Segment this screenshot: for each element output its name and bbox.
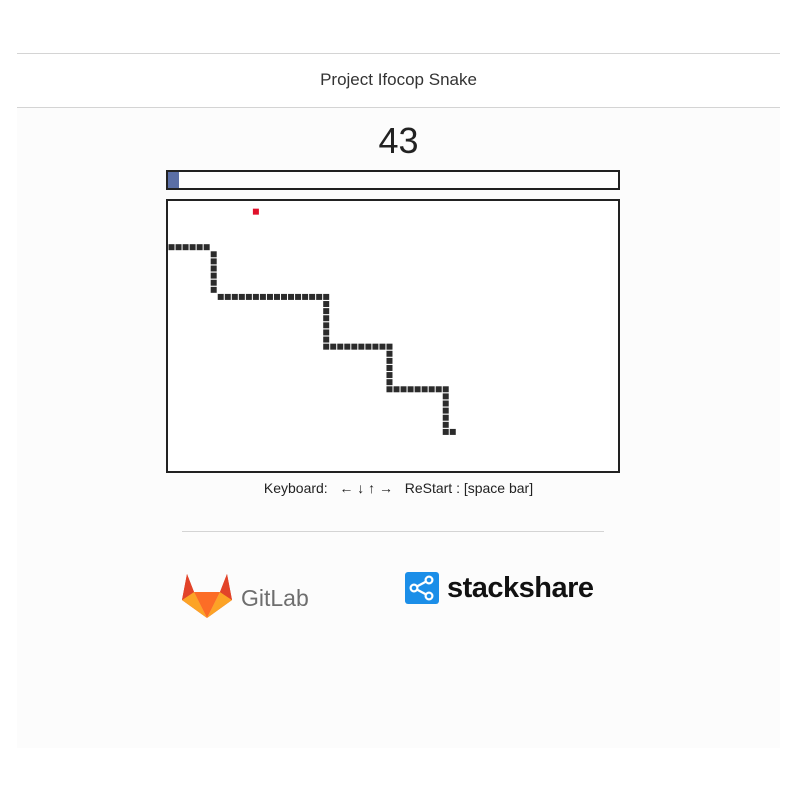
page-title: Project Ifocop Snake <box>320 70 477 89</box>
header: Project Ifocop Snake <box>17 0 780 108</box>
snake-segment <box>323 293 330 300</box>
snake-segment <box>245 293 252 300</box>
snake-segment <box>224 293 231 300</box>
snake-segment <box>428 386 435 393</box>
gitlab-fox-icon <box>182 574 232 618</box>
footer-divider <box>182 531 604 532</box>
snake-segment <box>295 293 302 300</box>
snake-segment <box>309 293 316 300</box>
snake-segment <box>442 428 449 435</box>
snake-segment <box>182 244 189 251</box>
snake-segment <box>210 258 217 265</box>
snake-segment <box>372 343 379 350</box>
snake-segment <box>323 322 330 329</box>
arrow-right-icon: → <box>379 480 394 496</box>
snake-segment <box>252 293 259 300</box>
snake-segment <box>323 336 330 343</box>
header-bottom-divider <box>17 107 780 108</box>
snake-segment <box>210 272 217 279</box>
keyboard-label: Keyboard: <box>263 480 328 496</box>
progress-fill <box>168 172 180 188</box>
arrow-up-icon: ↑ <box>368 480 376 496</box>
snake-segment <box>323 329 330 336</box>
stackshare-name: stackshare <box>447 571 594 604</box>
header-top-divider <box>17 53 780 54</box>
snake-segment <box>442 421 449 428</box>
page: Project Ifocop Snake 43 Keyboard: ← ↓ ↑ … <box>17 0 780 748</box>
snake-segment <box>210 265 217 272</box>
snake-segment <box>337 343 344 350</box>
snake-segment <box>323 308 330 315</box>
snake-head <box>449 428 456 435</box>
snake-segment <box>358 343 365 350</box>
snake-segment <box>323 343 330 350</box>
snake-segment <box>386 379 393 386</box>
snake-segment <box>273 293 280 300</box>
snake-segment <box>344 343 351 350</box>
snake-segment <box>365 343 372 350</box>
snake-segment <box>442 414 449 421</box>
snake-segment <box>351 343 358 350</box>
stackshare-link[interactable]: stackshare <box>405 570 610 606</box>
snake-segment <box>400 386 407 393</box>
arrow-down-icon: ↓ <box>357 480 365 496</box>
snake-segment <box>217 293 224 300</box>
snake-segment <box>266 293 273 300</box>
snake-segment <box>442 386 449 393</box>
snake-segment <box>386 372 393 379</box>
snake-segment <box>210 286 217 293</box>
snake-segment <box>175 244 182 251</box>
controls-hint: Keyboard: ← ↓ ↑ → ReStart : [space bar] <box>17 480 780 496</box>
snake-segment <box>210 251 217 258</box>
restart-label: ReStart : [space bar] <box>404 480 534 496</box>
snake-segment <box>330 343 337 350</box>
snake-segment <box>407 386 414 393</box>
stackshare-share-icon <box>405 572 439 604</box>
snake-segment <box>323 301 330 308</box>
snake-segment <box>386 343 393 350</box>
snake-segment <box>189 244 196 251</box>
gitlab-name: GitLab <box>241 584 309 611</box>
snake-segment <box>435 386 442 393</box>
food-pellet <box>252 208 259 215</box>
snake-segment <box>386 364 393 371</box>
snake-segment <box>386 357 393 364</box>
game-board[interactable] <box>166 199 620 473</box>
snake-segment <box>203 244 210 251</box>
snake-segment <box>210 279 217 286</box>
progress-bar <box>166 170 620 190</box>
snake-segment <box>259 293 266 300</box>
snake-segment <box>288 293 295 300</box>
snake-segment <box>414 386 421 393</box>
snake-segment <box>238 293 245 300</box>
snake-segment <box>323 315 330 322</box>
snake-segment <box>386 386 393 393</box>
snake-segment <box>386 350 393 357</box>
snake-segment <box>442 393 449 400</box>
snake-segment <box>316 293 323 300</box>
gitlab-link[interactable]: GitLab <box>181 570 321 622</box>
game-canvas <box>168 208 456 435</box>
snake-segment <box>379 343 386 350</box>
arrow-left-icon: ← <box>339 480 354 496</box>
snake-segment <box>421 386 428 393</box>
snake-segment <box>442 400 449 407</box>
snake-segment <box>302 293 309 300</box>
snake-segment <box>196 244 203 251</box>
snake-segment <box>442 407 449 414</box>
snake-segment <box>393 386 400 393</box>
score-display: 43 <box>378 120 419 161</box>
snake-segment <box>168 244 175 251</box>
snake-segment <box>281 293 288 300</box>
snake-segment <box>231 293 238 300</box>
